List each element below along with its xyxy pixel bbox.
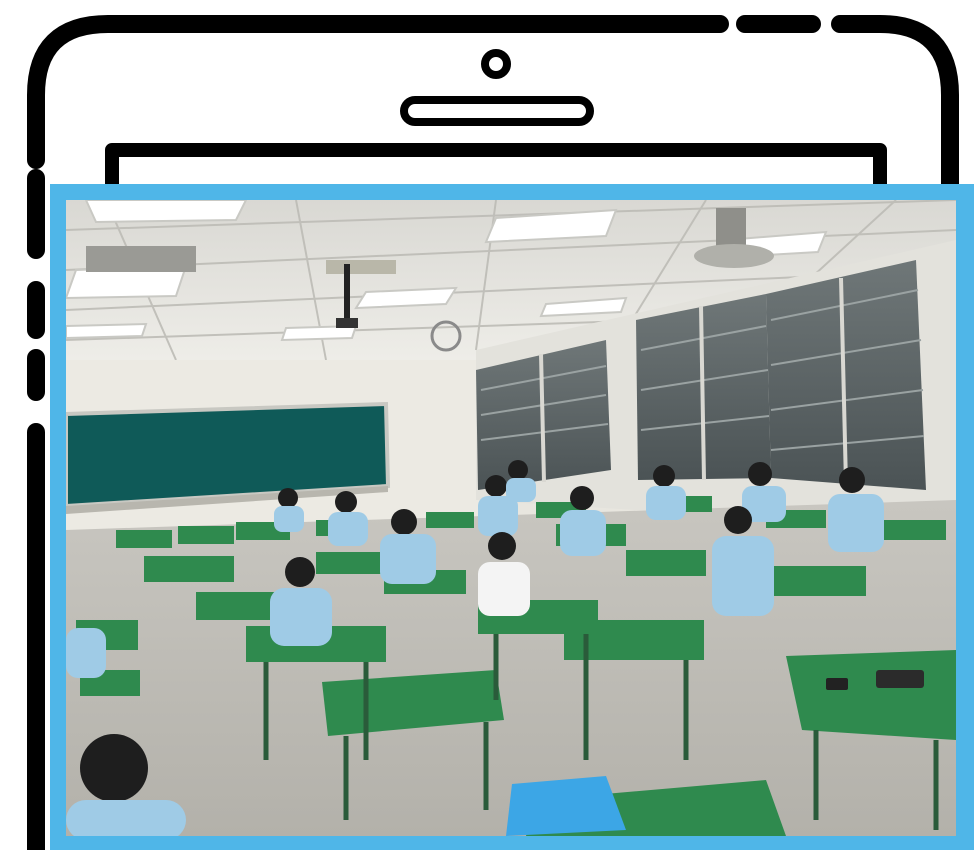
photo-panel [50,184,974,850]
phone-mockup [0,0,974,850]
speaker-slot-icon [400,96,594,126]
classroom-photo [66,200,956,836]
bag [506,776,626,836]
camera-icon [481,49,511,79]
